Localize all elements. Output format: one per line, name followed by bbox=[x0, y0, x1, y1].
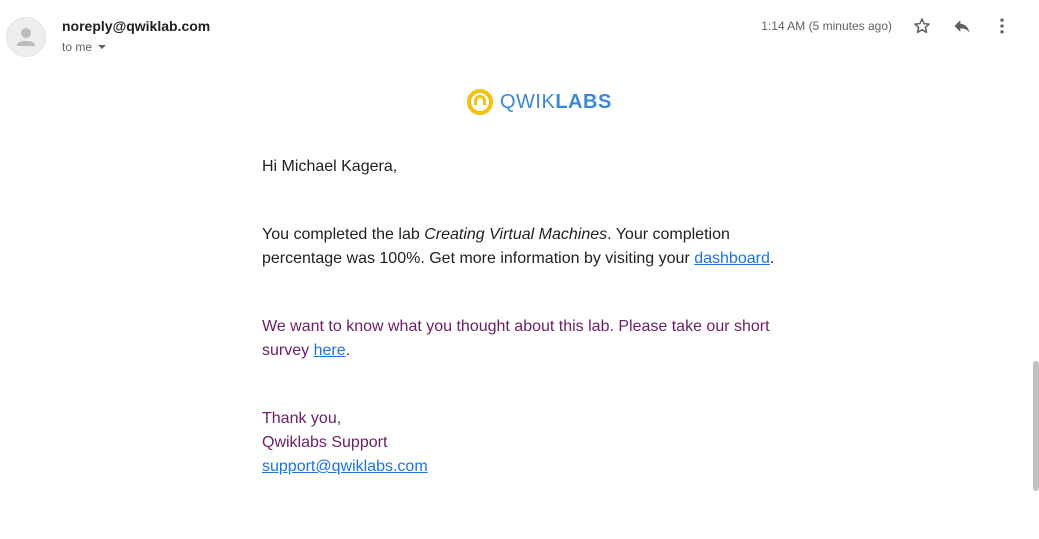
survey-link[interactable]: here bbox=[314, 342, 346, 359]
completion-paragraph: You completed the lab Creating Virtual M… bbox=[262, 223, 792, 271]
dashboard-link[interactable]: dashboard bbox=[694, 250, 770, 267]
greeting: Hi Michael Kagera, bbox=[262, 158, 398, 175]
caret-down-icon bbox=[98, 45, 107, 49]
survey-end: . bbox=[345, 342, 351, 359]
signoff-team: Qwiklabs Support bbox=[262, 434, 388, 451]
email-view: noreply@qwiklab.com to me 1:14 AM (5 min… bbox=[0, 0, 1039, 539]
sender-address: noreply@qwiklab.com bbox=[62, 18, 211, 34]
more-options-button[interactable] bbox=[992, 16, 1012, 36]
sender-avatar[interactable] bbox=[6, 17, 46, 57]
more-vert-icon bbox=[1000, 18, 1004, 34]
logo-prefix: QWIK bbox=[500, 91, 556, 113]
scrollbar-thumb[interactable] bbox=[1033, 361, 1039, 491]
qwiklabs-ring-icon bbox=[467, 89, 493, 115]
completion-text-before: You completed the lab bbox=[262, 226, 425, 243]
logo-wordmark: QWIKLABS bbox=[500, 89, 612, 115]
star-button[interactable] bbox=[912, 16, 932, 36]
star-icon bbox=[914, 18, 930, 34]
qwiklabs-logo: QWIKLABS bbox=[466, 88, 612, 116]
survey-paragraph: We want to know what you thought about t… bbox=[262, 315, 792, 363]
signoff-thanks: Thank you, bbox=[262, 410, 342, 427]
logo-suffix: LABS bbox=[555, 91, 612, 113]
recipient-label: to me bbox=[62, 40, 93, 54]
completion-end: . bbox=[769, 250, 775, 267]
email-timestamp: 1:14 AM (5 minutes ago) bbox=[761, 19, 892, 33]
lab-name: Creating Virtual Machines bbox=[424, 226, 608, 243]
reply-icon bbox=[954, 20, 970, 33]
reply-button[interactable] bbox=[952, 16, 972, 36]
person-icon bbox=[17, 28, 35, 46]
signoff: Thank you, Qwiklabs Support support@qwik… bbox=[262, 407, 428, 479]
recipient-details-toggle[interactable]: to me bbox=[62, 39, 107, 55]
support-email-link[interactable]: support@qwiklabs.com bbox=[262, 458, 428, 475]
